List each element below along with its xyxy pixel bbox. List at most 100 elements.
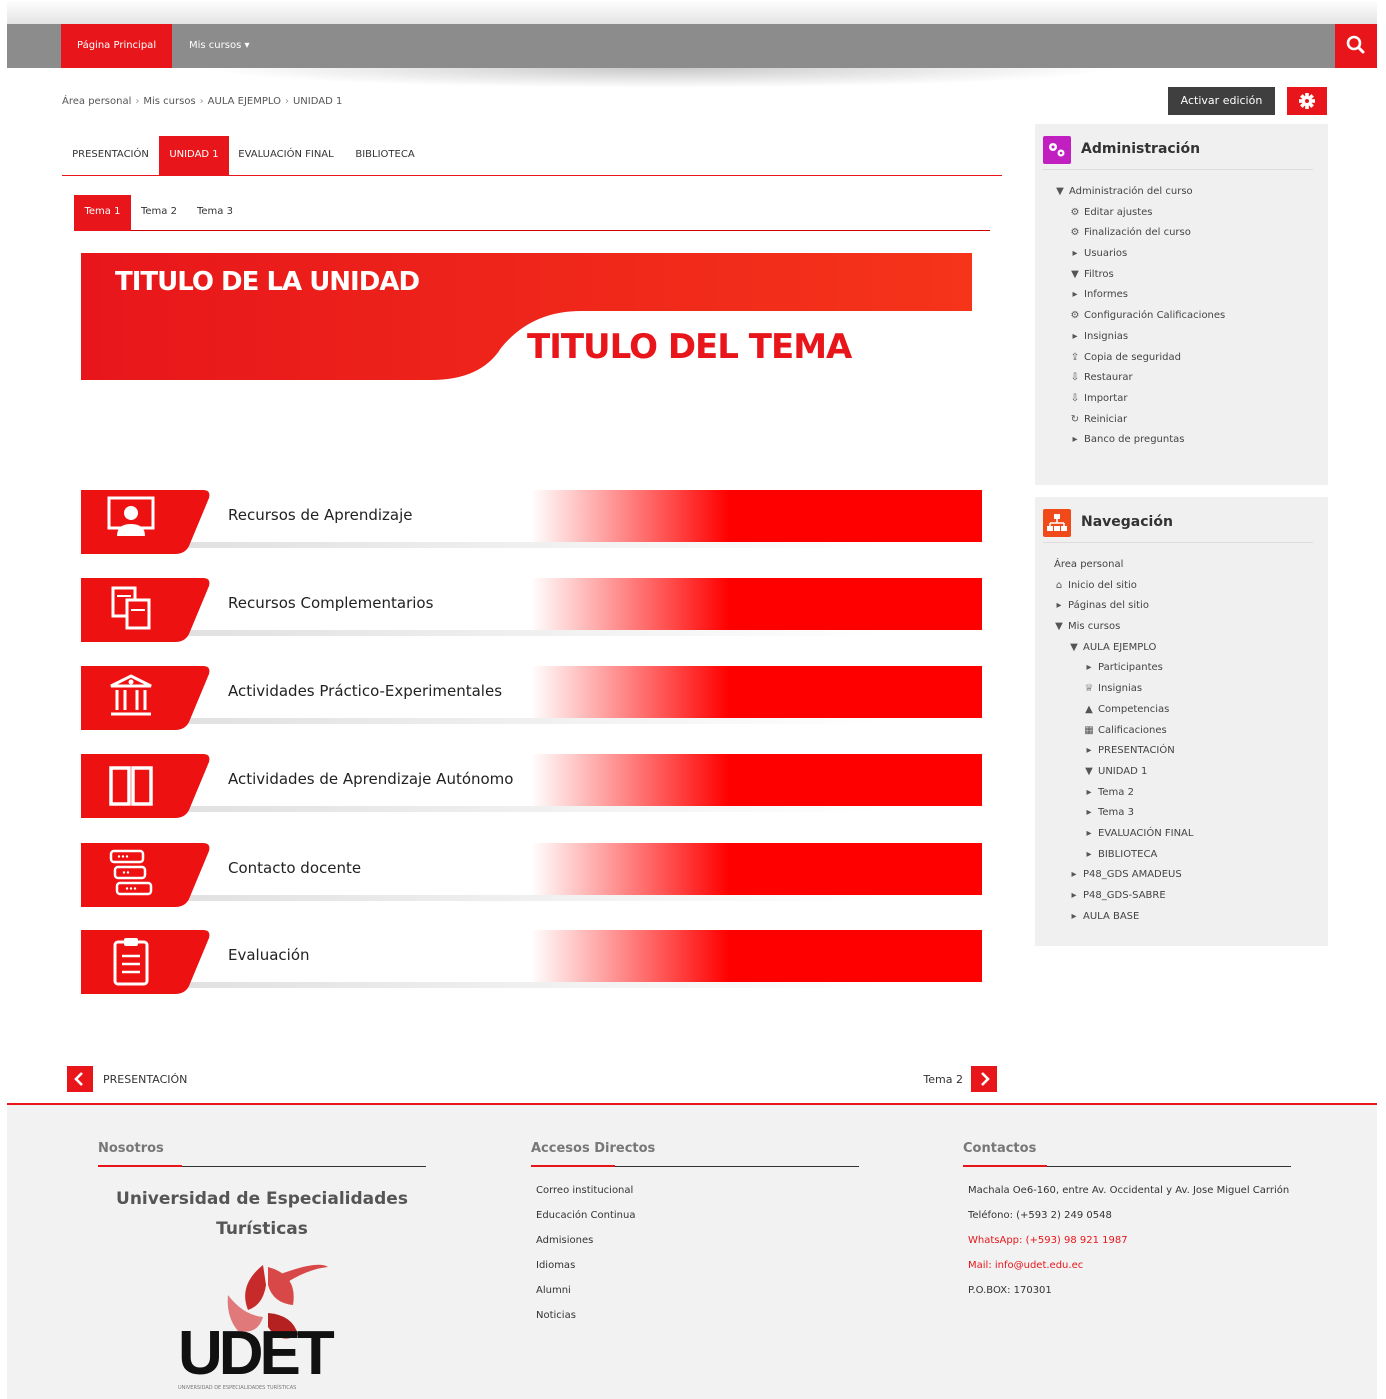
admin-item-banco-de-preguntas[interactable]: ▸ Banco de preguntas: [1053, 430, 1321, 451]
breadcrumb-item[interactable]: Mis cursos: [143, 96, 195, 107]
contact-item: Machala Oe6-160, entre Av. Occidental y …: [968, 1185, 1290, 1196]
nav-item-competencias[interactable]: ▲ Competencias: [1052, 700, 1320, 721]
admin-item-copia-de-seguridad[interactable]: ⇪ Copia de seguridad: [1053, 348, 1321, 369]
contact-item: Teléfono: (+593 2) 249 0548: [968, 1210, 1112, 1221]
breadcrumb-item[interactable]: Área personal: [62, 96, 131, 107]
admin-item-label: Administración del curso: [1069, 186, 1193, 197]
nav-item-mis-cursos[interactable]: ▼ Mis cursos: [1052, 617, 1320, 638]
nav-item-label: Insignias: [1098, 683, 1143, 695]
nav-item-biblioteca[interactable]: ▸ BIBLIOTECA: [1052, 845, 1320, 866]
next-section-link[interactable]: Tema 2: [923, 1073, 963, 1086]
contact-item[interactable]: Mail: info@udet.edu.ec: [968, 1260, 1083, 1271]
nav-home-link[interactable]: Página Principal: [61, 24, 173, 68]
caret-down-icon: ▼: [1071, 268, 1079, 280]
nav-item-tema-2[interactable]: ▸ Tema 2: [1052, 783, 1320, 804]
admin-item-configuracion-calificaciones[interactable]: ⚙ Configuración Calificaciones: [1053, 306, 1321, 327]
navigation-block: Navegación Área personal ⌂ Inicio del siti…: [1035, 497, 1328, 946]
footer-link[interactable]: Noticias: [536, 1310, 576, 1321]
breadcrumb-separator: ›: [135, 96, 140, 107]
footer-link[interactable]: Admisiones: [536, 1235, 593, 1246]
nav-item-evaluacion-final[interactable]: ▸ EVALUACIÓN FINAL: [1052, 824, 1320, 845]
settings-button[interactable]: [1287, 87, 1327, 115]
nav-item-tema-3[interactable]: ▸ Tema 3: [1052, 803, 1320, 824]
chevron-right-icon: [981, 1072, 990, 1086]
search-button[interactable]: [1335, 24, 1377, 68]
tree-icon: ♕: [1084, 683, 1094, 695]
nav-item-label: EVALUACIÓN FINAL: [1098, 827, 1194, 839]
footer-link[interactable]: Correo institucional: [536, 1185, 633, 1196]
admin-item-importar[interactable]: ⇩ Importar: [1053, 389, 1321, 410]
tree-icon: ⇪: [1070, 351, 1080, 363]
top-navbar: Página Principal Mis cursos ▾: [7, 24, 1377, 68]
next-section-button[interactable]: [971, 1066, 997, 1092]
footer-link[interactable]: Alumni: [536, 1285, 571, 1296]
prev-section-button[interactable]: [67, 1066, 93, 1092]
tab-tema-1[interactable]: Tema 1: [74, 195, 131, 231]
prev-section-link[interactable]: PRESENTACIÓN: [103, 1073, 187, 1086]
tree-icon: ↻: [1070, 413, 1080, 425]
search-icon: [1346, 35, 1365, 54]
nav-item-inicio-del-sitio[interactable]: ⌂ Inicio del sitio: [1052, 576, 1320, 597]
tab-biblioteca[interactable]: BIBLIOTECA: [348, 136, 422, 176]
nav-item-p48-gds-amadeus[interactable]: ▸ P48_GDS AMADEUS: [1052, 865, 1320, 886]
nav-item-presentacion[interactable]: ▸ PRESENTACIÓN: [1052, 741, 1320, 762]
nav-item-label: Competencias: [1098, 703, 1170, 715]
tab-evaluacion-final[interactable]: EVALUACIÓN FINAL: [232, 136, 340, 176]
tree-icon: ⚙: [1070, 227, 1080, 239]
university-name-line: Turísticas: [216, 1219, 308, 1239]
resource-evaluacion[interactable]: Evaluación: [81, 930, 982, 996]
footer-link[interactable]: Educación Continua: [536, 1210, 635, 1221]
resource-label: Actividades Práctico-Experimentales: [228, 682, 503, 700]
tab-tema-3[interactable]: Tema 3: [190, 195, 240, 231]
tab-presentacion[interactable]: PRESENTACIÓN: [62, 136, 159, 176]
nav-item-area-personal[interactable]: Área personal: [1052, 555, 1320, 576]
nav-item-label: Mis cursos: [1068, 621, 1121, 633]
admin-item-label: Copia de seguridad: [1084, 351, 1181, 363]
breadcrumb-item[interactable]: UNIDAD 1: [293, 96, 342, 107]
tab-unidad-1[interactable]: UNIDAD 1: [159, 136, 229, 176]
caret-right-icon: ▸: [1056, 600, 1062, 612]
nav-item-aula-ejemplo[interactable]: ▼ AULA EJEMPLO: [1052, 638, 1320, 659]
admin-item-reiniciar[interactable]: ↻ Reiniciar: [1053, 410, 1321, 431]
resource-recursos-aprendizaje[interactable]: Recursos de Aprendizaje: [81, 490, 982, 556]
breadcrumb-item[interactable]: AULA EJEMPLO: [208, 96, 281, 107]
tree-icon: ▦: [1084, 724, 1094, 736]
contact-item[interactable]: WhatsApp: (+593) 98 921 1987: [968, 1235, 1128, 1246]
admin-item-usuarios[interactable]: ▸ Usuarios: [1053, 244, 1321, 265]
resource-actividades-autonomo[interactable]: Actividades de Aprendizaje Autónomo: [81, 754, 982, 820]
admin-item-editar-ajustes[interactable]: ⚙ Editar ajustes: [1053, 203, 1321, 224]
footer-link[interactable]: Idiomas: [536, 1260, 575, 1271]
caret-down-icon: ▼: [1055, 621, 1063, 633]
admin-item-finalizacion-del-curso[interactable]: ⚙ Finalización del curso: [1053, 223, 1321, 244]
admin-block-header: Administración: [1043, 134, 1313, 170]
activate-editing-button[interactable]: Activar edición: [1168, 87, 1275, 115]
resource-recursos-complementarios[interactable]: Recursos Complementarios: [81, 578, 982, 644]
tab-tema-2[interactable]: Tema 2: [134, 195, 184, 231]
nav-item-label: Área personal: [1054, 559, 1124, 570]
nav-item-label: UNIDAD 1: [1098, 765, 1148, 777]
admin-item-insignias[interactable]: ▸ Insignias: [1053, 327, 1321, 348]
resource-contacto-docente[interactable]: Contacto docente: [81, 843, 982, 909]
admin-item-administracion-del-curso[interactable]: ▼ Administración del curso: [1053, 182, 1321, 203]
resource-actividades-practico[interactable]: Actividades Práctico-Experimentales: [81, 666, 982, 732]
admin-item-informes[interactable]: ▸ Informes: [1053, 285, 1321, 306]
admin-item-filtros[interactable]: ▼ Filtros: [1053, 265, 1321, 286]
resource-bar: [81, 843, 982, 907]
nav-my-courses-dropdown[interactable]: Mis cursos ▾: [177, 24, 261, 68]
nav-item-p48-gds-sabre[interactable]: ▸ P48_GDS-SABRE: [1052, 886, 1320, 907]
breadcrumb-separator: ›: [284, 96, 289, 107]
nav-item-calificaciones[interactable]: ▦ Calificaciones: [1052, 721, 1320, 742]
nav-item-paginas-del-sitio[interactable]: ▸ Páginas del sitio: [1052, 596, 1320, 617]
footer-links-title: Accesos Directos: [531, 1141, 656, 1156]
admin-item-restaurar[interactable]: ⇩ Restaurar: [1053, 368, 1321, 389]
admin-item-label: Finalización del curso: [1084, 227, 1191, 239]
footer-divider: [98, 1165, 426, 1167]
nav-item-unidad-1[interactable]: ▼ UNIDAD 1: [1052, 762, 1320, 783]
nav-item-participantes[interactable]: ▸ Participantes: [1052, 658, 1320, 679]
footer-contacts-title: Contactos: [963, 1141, 1037, 1156]
nav-item-aula-base[interactable]: ▸ AULA BASE: [1052, 907, 1320, 928]
caret-right-icon: ▸: [1086, 807, 1092, 819]
contact-item: P.O.BOX: 170301: [968, 1285, 1052, 1296]
nav-item-insignias[interactable]: ♕ Insignias: [1052, 679, 1320, 700]
page: Página Principal Mis cursos ▾ Área perso…: [0, 0, 1386, 1399]
